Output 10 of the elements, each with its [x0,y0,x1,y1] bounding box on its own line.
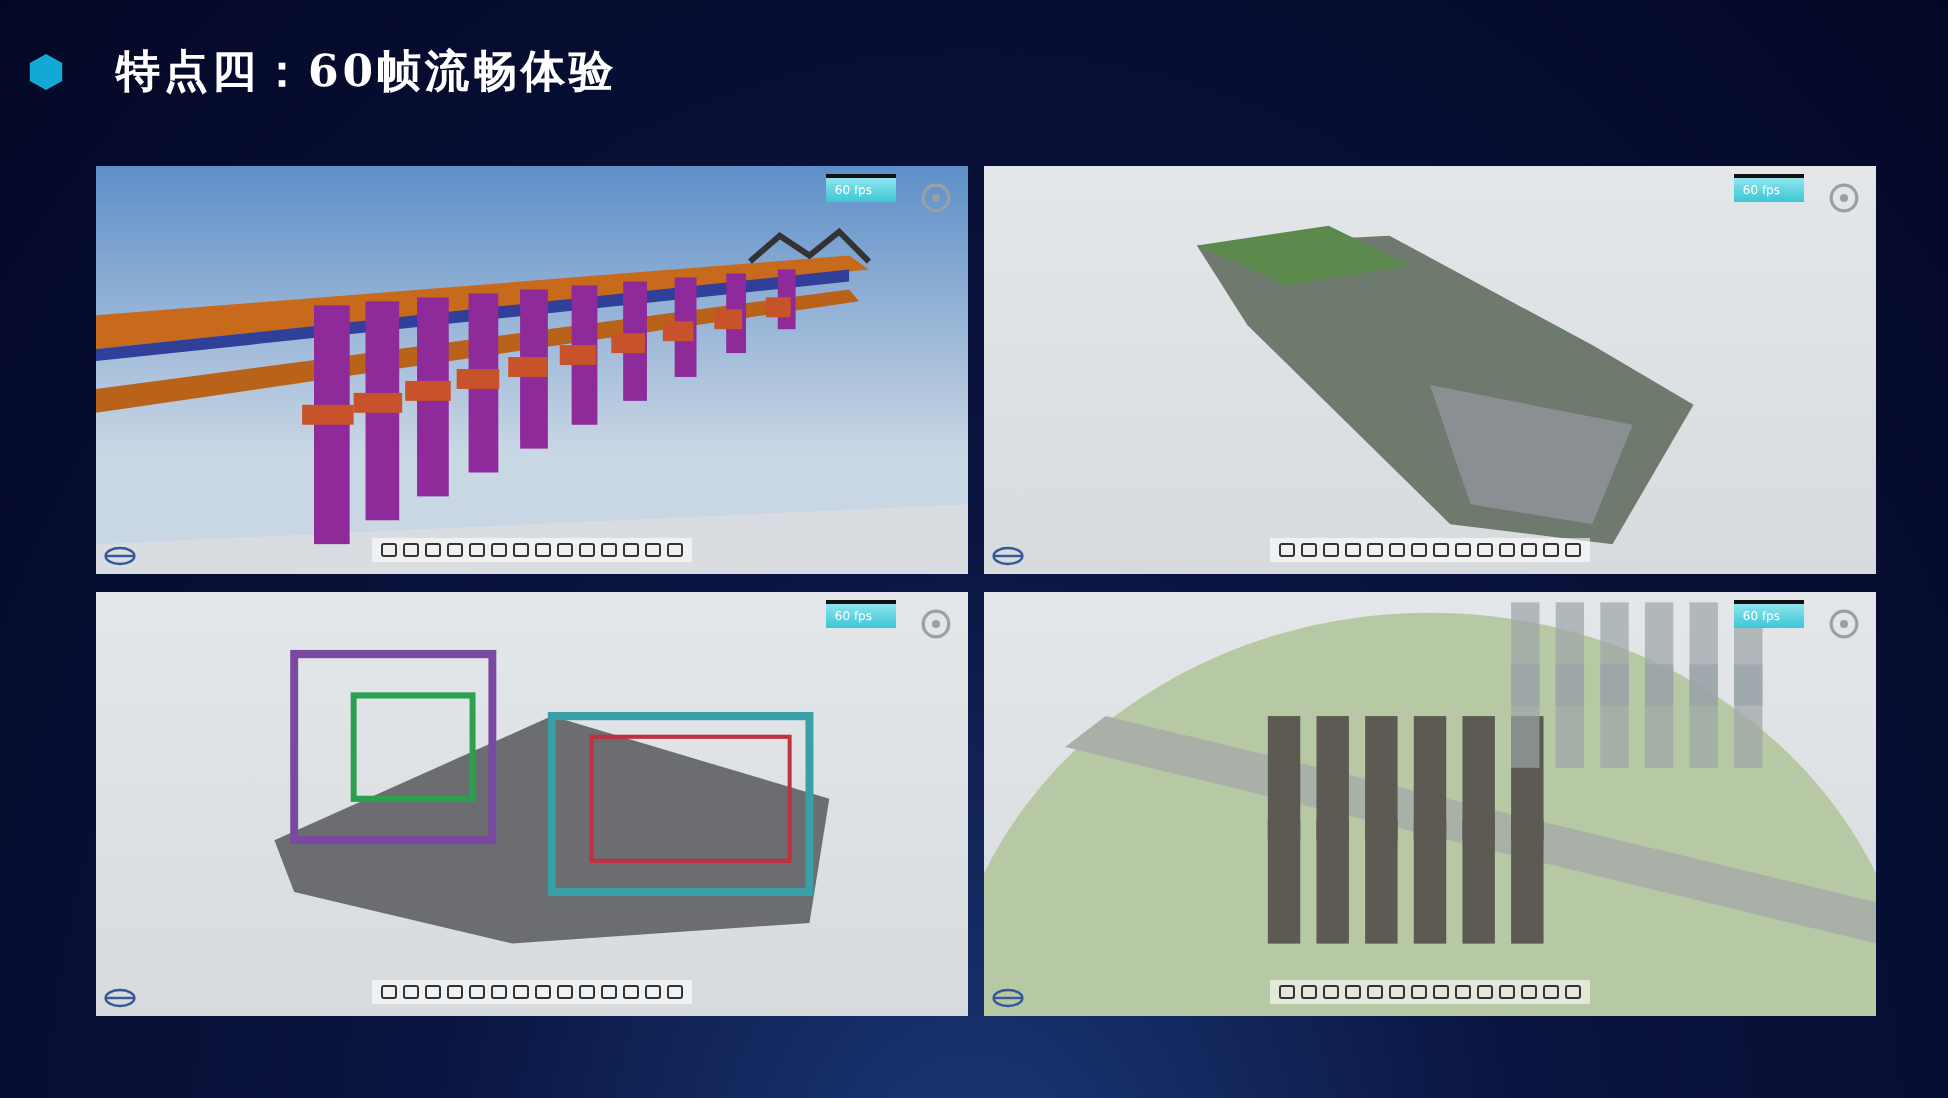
view-toolbar[interactable] [372,980,692,1004]
view-toolbar[interactable] [372,538,692,562]
hexagon-icon [28,52,64,92]
eye-logo-icon [104,988,136,1008]
eye-logo-icon [992,546,1024,566]
view-toolbar[interactable] [1270,980,1590,1004]
view-toolbar[interactable] [1270,538,1590,562]
slide-title: 特点四：60帧流畅体验 [116,44,618,102]
eye-logo-icon [992,988,1024,1008]
eye-logo-icon [104,546,136,566]
